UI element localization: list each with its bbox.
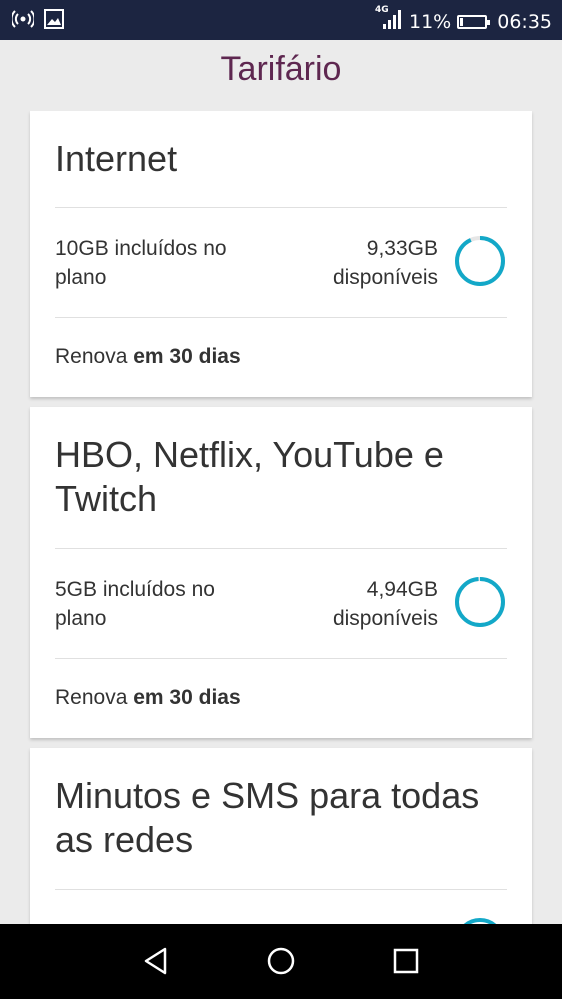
usage-ring [455,236,505,286]
network-type: 4G [375,5,389,15]
available-amount-block: 4,94GB disponíveis [333,575,438,633]
card-title: Internet [55,138,178,179]
available-amount-block: 9,33GB disponíveis [333,234,438,292]
available-label: disponíveis [332,266,438,289]
included-amount: 5GB incluídos no plano [55,578,215,630]
renewal-period: em 30 dias [133,345,241,368]
status-bar: 4G 11% 06:35 [0,0,562,40]
renewal-info: Renova em 30 dias [55,686,241,710]
divider [55,207,507,208]
back-icon[interactable] [141,946,171,976]
available-label: disponíveis [332,607,438,630]
battery-icon [457,14,491,29]
renewal-prefix: Renova [55,686,128,709]
clock: 06:35 [497,10,552,33]
divider [55,889,507,890]
image-icon [44,9,64,33]
available-amount: 4,94GB [366,578,438,601]
renewal-info: Renova em 30 dias [55,345,241,369]
plan-card-minutes-sms[interactable]: Minutos e SMS para todas as redes [30,748,532,924]
renewal-period: em 30 dias [133,686,241,709]
available-amount: 9,33GB [366,237,438,260]
usage-ring [455,577,505,627]
divider [55,317,507,318]
plan-list[interactable]: Internet 10GB incluídos no plano 9,33GB … [0,111,562,924]
plan-card-internet[interactable]: Internet 10GB incluídos no plano 9,33GB … [30,111,532,397]
usage-ring [463,918,497,924]
plan-card-streaming[interactable]: HBO, Netflix, YouTube e Twitch 5GB inclu… [30,407,532,738]
card-title: Minutos e SMS para todas as redes [55,775,480,860]
included-amount: 10GB incluídos no plano [55,237,227,289]
signal-icon: 4G [375,5,403,35]
hotspot-icon [10,10,36,32]
renewal-prefix: Renova [55,345,128,368]
card-title: HBO, Netflix, YouTube e Twitch [55,434,444,519]
divider [55,548,507,549]
divider [55,658,507,659]
recents-icon[interactable] [391,946,421,976]
home-icon[interactable] [266,946,296,976]
page-title: Tarifário [220,50,342,88]
navigation-bar [0,924,562,999]
battery-percent: 11% [409,10,452,33]
